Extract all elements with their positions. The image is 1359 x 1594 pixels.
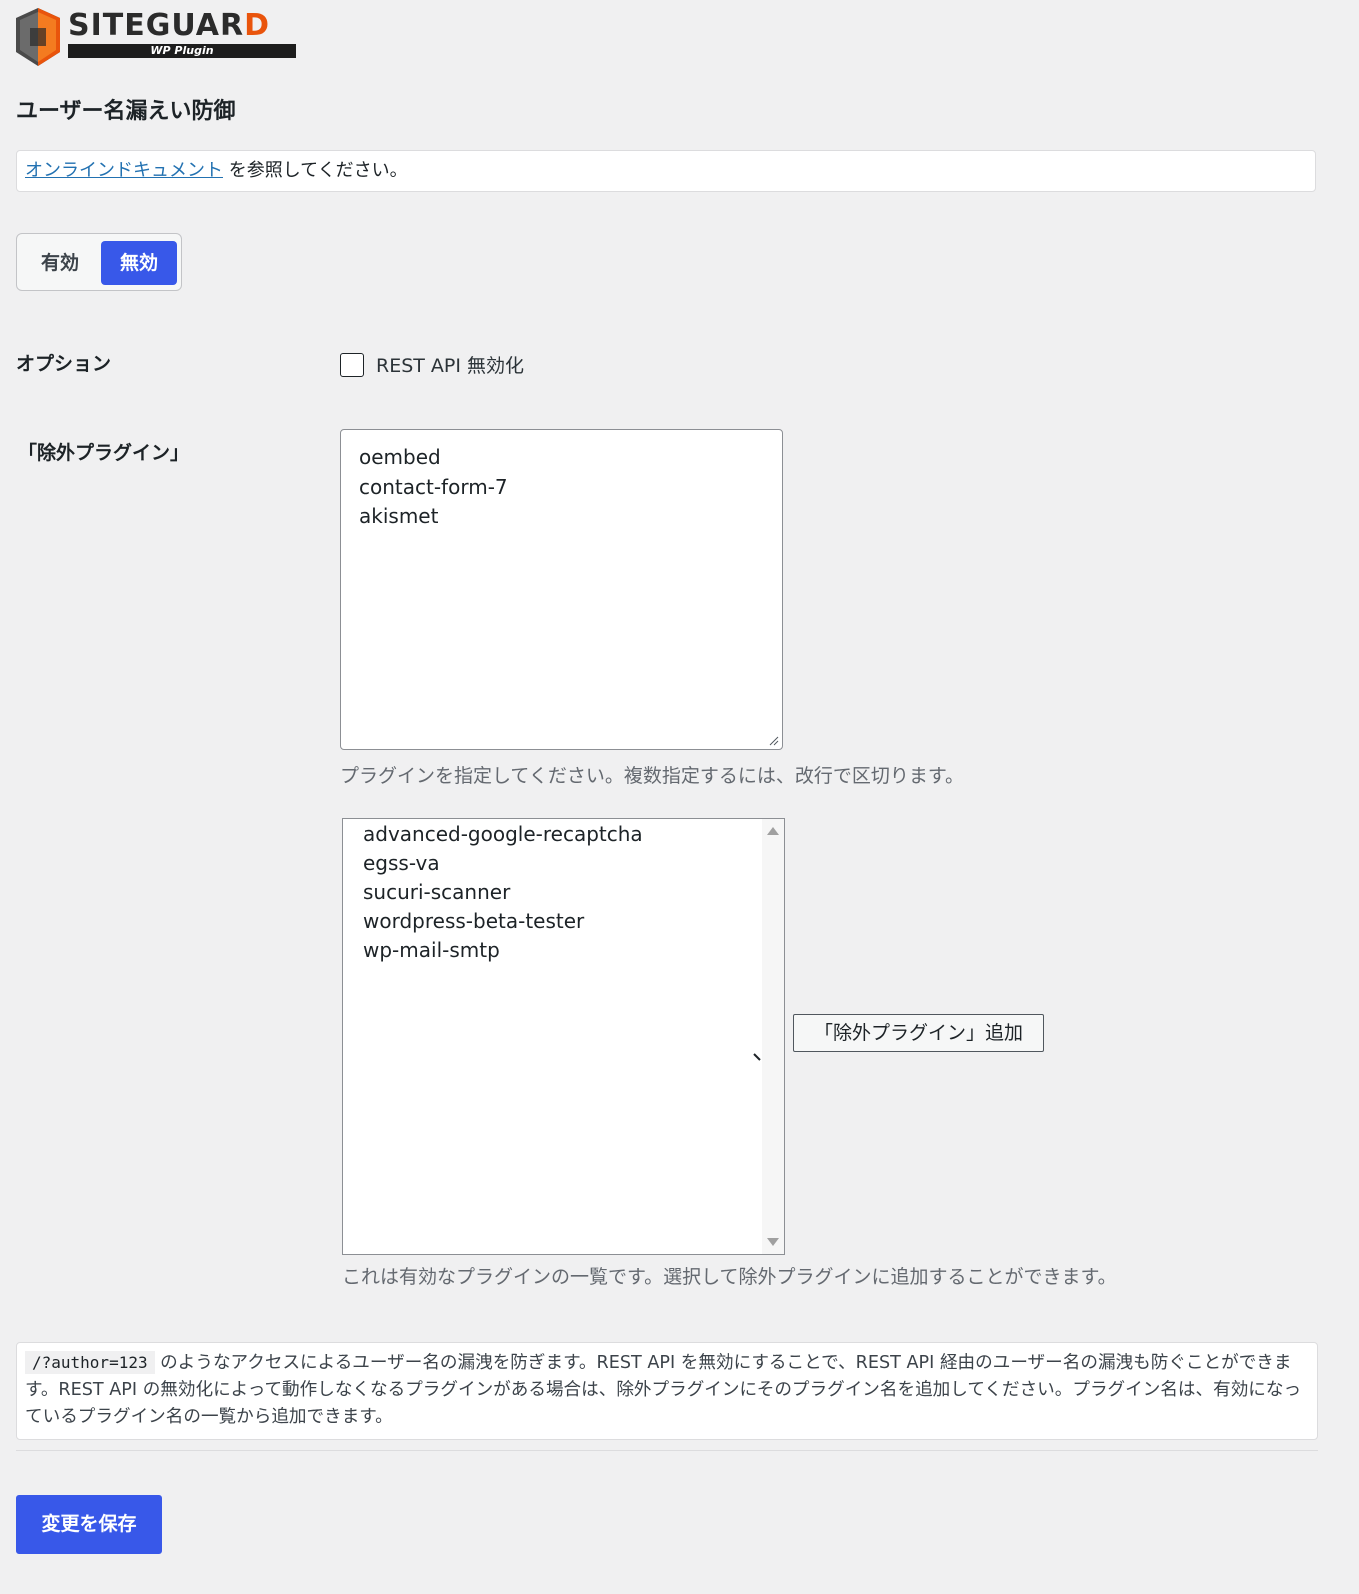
- siteguard-logo: SITEGUARD WP Plugin: [16, 6, 300, 68]
- rest-api-disable-label[interactable]: REST API 無効化: [376, 352, 524, 380]
- author-query-code: /?author=123: [25, 1351, 155, 1374]
- textarea-line: akismet: [359, 504, 439, 528]
- textarea-line: oembed: [359, 445, 441, 469]
- siteguard-shield-icon: [16, 8, 60, 66]
- textarea-help-text: プラグインを指定してください。複数指定するには、改行で区切ります。: [340, 765, 964, 787]
- enable-disable-toggle: 有効 無効: [16, 233, 182, 291]
- listbox-scrollbar[interactable]: [762, 819, 784, 1254]
- plugin-option[interactable]: sucuri-scanner: [363, 878, 510, 907]
- toggle-enable-option[interactable]: 有効: [22, 241, 98, 285]
- rest-api-disable-checkbox[interactable]: [340, 353, 364, 377]
- documentation-notice: オンラインドキュメント を参照してください。: [16, 150, 1316, 192]
- logo-subtitle: WP Plugin: [68, 44, 296, 58]
- triangle-up-icon[interactable]: [765, 823, 781, 839]
- notice-text: を参照してください。: [223, 160, 408, 181]
- cursor-mark: [753, 1053, 761, 1061]
- triangle-down-icon[interactable]: [765, 1234, 781, 1250]
- plugin-option[interactable]: advanced-google-recaptcha: [363, 820, 643, 849]
- resize-grip-icon[interactable]: [769, 736, 779, 746]
- list-help-text: これは有効なプラグインの一覧です。選択して除外プラグインに追加することができます…: [342, 1266, 1117, 1288]
- online-documentation-link[interactable]: オンラインドキュメント: [25, 160, 223, 181]
- add-exclude-plugin-button[interactable]: 「除外プラグイン」追加: [793, 1014, 1044, 1052]
- divider: [16, 1450, 1318, 1451]
- exclude-plugins-textarea[interactable]: oembed contact-form-7 akismet: [340, 429, 783, 750]
- toggle-disable-option[interactable]: 無効: [101, 241, 177, 285]
- exclude-plugins-label: 「除外プラグイン」: [18, 442, 190, 464]
- plugin-option[interactable]: egss-va: [363, 849, 440, 878]
- plugin-option[interactable]: wp-mail-smtp: [363, 936, 500, 965]
- plugin-option[interactable]: wordpress-beta-tester: [363, 907, 584, 936]
- description-box: /?author=123 のようなアクセスによるユーザー名の漏洩を防ぎます。RE…: [16, 1342, 1318, 1440]
- textarea-line: contact-form-7: [359, 474, 508, 499]
- active-plugins-listbox[interactable]: advanced-google-recaptcha egss-va sucuri…: [342, 818, 785, 1255]
- save-changes-button[interactable]: 変更を保存: [16, 1495, 162, 1554]
- logo-wordmark: SITEGUARD: [68, 8, 271, 43]
- page-title: ユーザー名漏えい防御: [16, 99, 236, 124]
- options-label: オプション: [16, 353, 112, 375]
- description-text: のようなアクセスによるユーザー名の漏洩を防ぎます。REST API を無効にする…: [25, 1353, 1302, 1427]
